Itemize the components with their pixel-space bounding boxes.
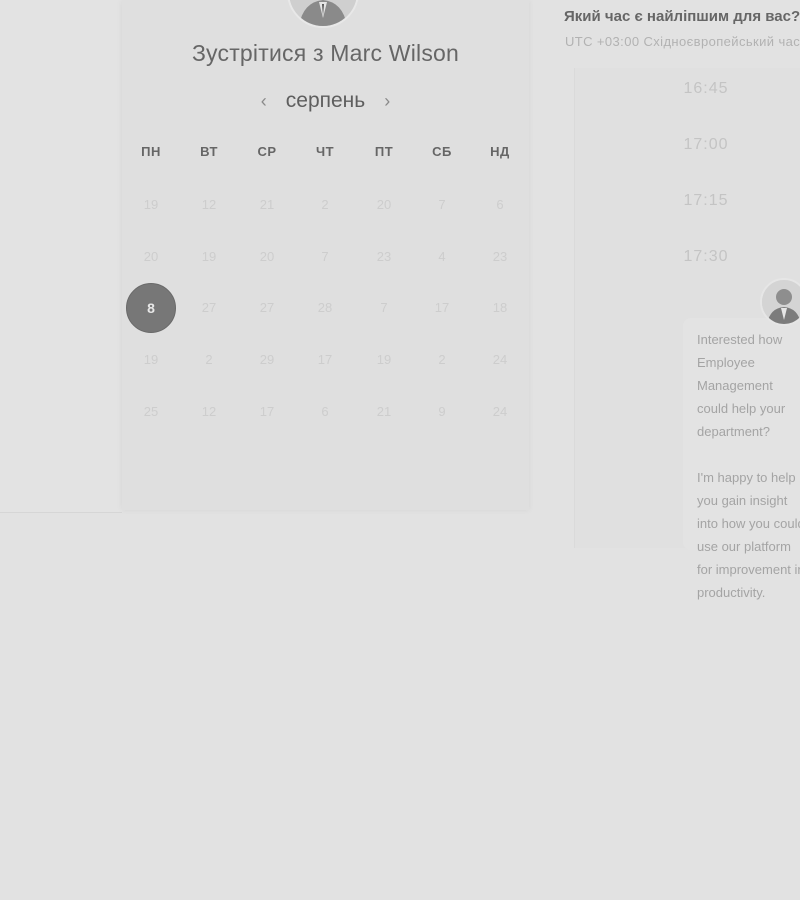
calendar-day: 6 xyxy=(321,404,329,419)
calendar-day: 4 xyxy=(438,249,446,264)
weekday-thu: ЧТ xyxy=(315,144,335,159)
calendar-day: 25 xyxy=(143,404,159,419)
calendar-day: 24 xyxy=(492,352,508,367)
calendar-day: 27 xyxy=(201,300,217,315)
host-message-text: Interested how Employee Management could… xyxy=(697,332,800,600)
calendar-day: 17 xyxy=(434,300,450,315)
chevron-right-icon[interactable]: › xyxy=(379,91,395,112)
weekday-fri: ПТ xyxy=(374,144,394,159)
calendar-day: 19 xyxy=(376,352,392,367)
chevron-left-icon[interactable]: ‹ xyxy=(256,91,272,112)
person-photo-icon xyxy=(762,280,800,324)
month-navigator: ‹ серпень › xyxy=(122,86,529,116)
calendar-card: Зустрітися з Marc Wilson ‹ серпень › ПН … xyxy=(122,0,529,510)
weekday-header: ПН ВТ СР ЧТ ПТ СБ НД xyxy=(122,144,529,164)
time-picker-panel: Який час є найліпшим для вас? UTC +03:00… xyxy=(550,0,800,600)
calendar-day: 20 xyxy=(143,249,159,264)
timezone-label[interactable]: UTC +03:00 Східноєвропейський час xyxy=(565,34,800,49)
calendar-day: 28 xyxy=(317,300,333,315)
calendar-day: 7 xyxy=(380,300,388,315)
calendar-day: 18 xyxy=(492,300,508,315)
calendar-day: 27 xyxy=(259,300,275,315)
host-avatar-small xyxy=(760,278,800,326)
weekday-wed: СР xyxy=(257,144,277,159)
calendar-day: 23 xyxy=(492,249,508,264)
calendar-day-selected[interactable]: 8 xyxy=(126,283,176,333)
calendar-day: 6 xyxy=(496,197,504,212)
calendar-day: 2 xyxy=(321,197,329,212)
calendar-day: 24 xyxy=(492,404,508,419)
calendar-day: 23 xyxy=(376,249,392,264)
time-slot[interactable]: 16:45 xyxy=(575,80,800,98)
month-label: серпень xyxy=(285,89,366,112)
calendar-day: 7 xyxy=(321,249,329,264)
calendar-day: 20 xyxy=(259,249,275,264)
weekday-sun: НД xyxy=(490,144,510,159)
weekday-tue: ВТ xyxy=(200,144,218,159)
calendar-day: 17 xyxy=(259,404,275,419)
time-slot[interactable]: 17:00 xyxy=(575,136,800,154)
calendar-day: 9 xyxy=(438,404,446,419)
calendar-day: 12 xyxy=(201,404,217,419)
calendar-day: 2 xyxy=(438,352,446,367)
page-title: Зустрітися з Marc Wilson xyxy=(191,40,460,66)
calendar-day: 29 xyxy=(259,352,275,367)
host-avatar-large xyxy=(287,0,359,28)
time-slot[interactable]: 17:30 xyxy=(575,248,800,266)
calendar-day: 19 xyxy=(143,197,159,212)
weekday-sat: СБ xyxy=(432,144,452,159)
calendar-day: 20 xyxy=(376,197,392,212)
calendar-day: 19 xyxy=(201,249,217,264)
calendar-day: 12 xyxy=(201,197,217,212)
calendar-day: 21 xyxy=(376,404,392,419)
calendar-day: 17 xyxy=(317,352,333,367)
weekday-mon: ПН xyxy=(141,144,161,159)
calendar-day: 7 xyxy=(438,197,446,212)
time-question-heading: Який час є найліпшим для вас? xyxy=(564,8,800,25)
calendar-day: 2 xyxy=(205,352,213,367)
page-background-left xyxy=(0,0,122,513)
calendar-day: 19 xyxy=(143,352,159,367)
person-photo-icon xyxy=(289,0,357,26)
time-slot[interactable]: 17:15 xyxy=(575,192,800,210)
calendar-day: 21 xyxy=(259,197,275,212)
